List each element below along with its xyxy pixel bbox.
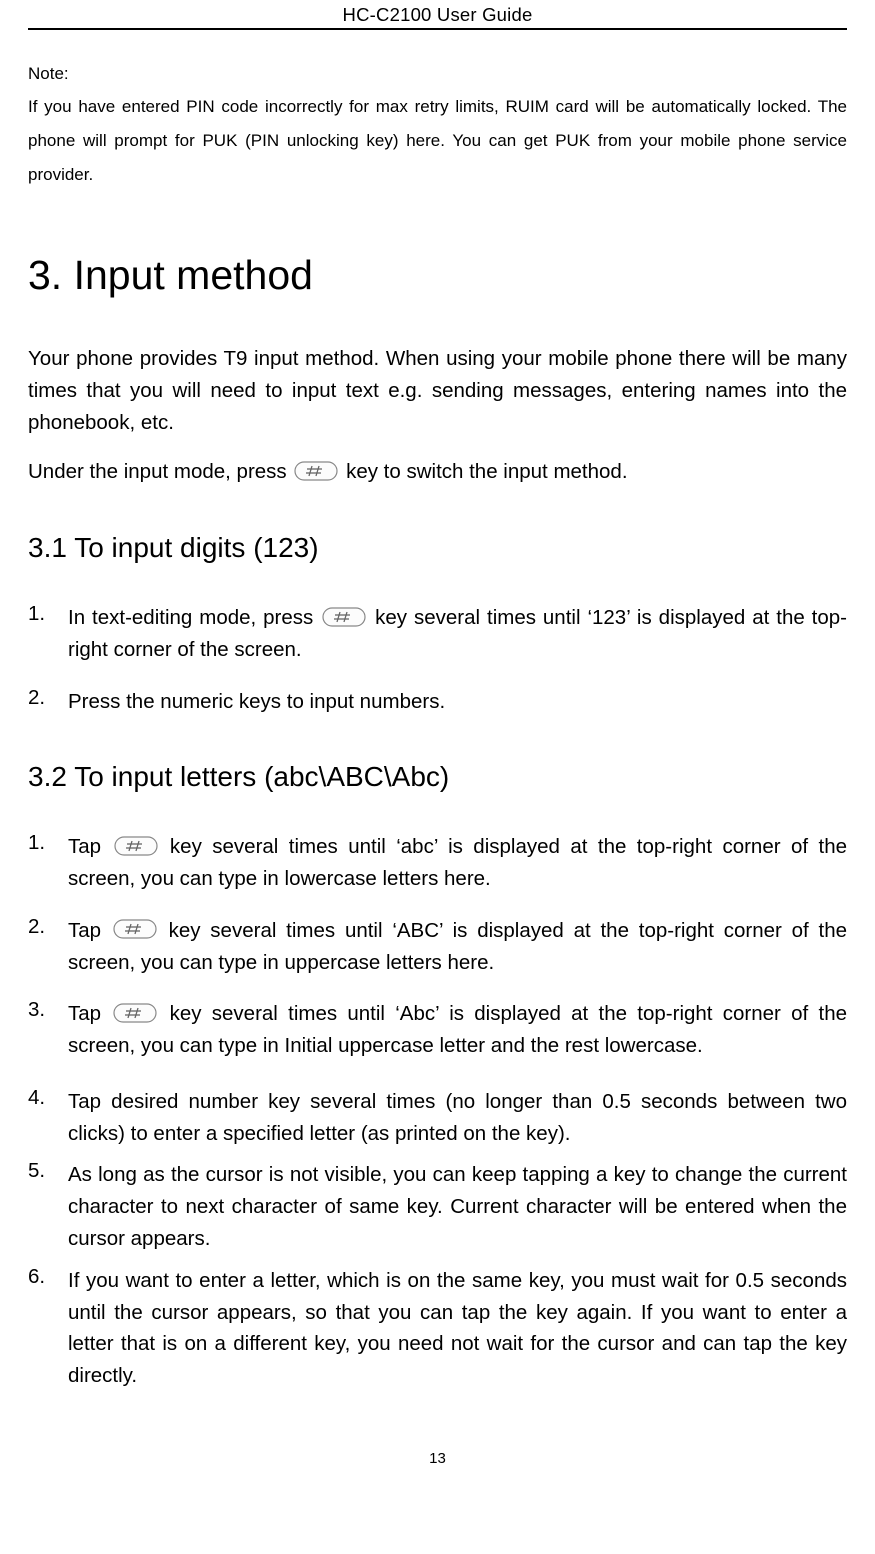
section-3-1-heading: 3.1 To input digits (123) xyxy=(28,532,847,564)
page: HC-C2100 User Guide Note: If you have en… xyxy=(0,0,875,1481)
under-mode-before: Under the input mode, press xyxy=(28,460,292,483)
list-body: Tap key several times until ‘ABC’ is dis… xyxy=(68,915,847,979)
hash-key-icon xyxy=(322,605,366,629)
list-item: 1. In text-editing mode, press key sever… xyxy=(28,602,847,666)
document-header-title: HC-C2100 User Guide xyxy=(28,0,847,30)
list-number: 1. xyxy=(28,831,68,895)
list-item: 4. Tap desired number key several times … xyxy=(28,1086,847,1150)
hash-key-icon xyxy=(113,1001,157,1025)
list-body: Tap desired number key several times (no… xyxy=(68,1086,847,1150)
list-number: 6. xyxy=(28,1265,68,1392)
hash-key-icon xyxy=(294,459,338,483)
text-after: key several times until ‘ABC’ is display… xyxy=(68,919,847,974)
section-3-2-list: 1. Tap key several times until ‘abc’ is … xyxy=(28,831,847,1391)
hash-key-icon xyxy=(113,917,157,941)
list-number: 2. xyxy=(28,686,68,718)
list-number: 5. xyxy=(28,1159,68,1254)
list-item: 2. Tap key several times until ‘ABC’ is … xyxy=(28,915,847,979)
page-number: 13 xyxy=(28,1402,847,1481)
list-item: 3. Tap key several times until ‘Abc’ is … xyxy=(28,998,847,1062)
hash-key-icon xyxy=(114,834,158,858)
list-item: 2. Press the numeric keys to input numbe… xyxy=(28,686,847,718)
list-body: If you want to enter a letter, which is … xyxy=(68,1265,847,1392)
text-after: key several times until ‘abc’ is display… xyxy=(68,835,847,890)
list-body: Tap key several times until ‘abc’ is dis… xyxy=(68,831,847,895)
list-number: 4. xyxy=(28,1086,68,1150)
list-item: 6. If you want to enter a letter, which … xyxy=(28,1265,847,1392)
note-body: If you have entered PIN code incorrectly… xyxy=(28,90,847,192)
list-body: In text-editing mode, press key several … xyxy=(68,602,847,666)
list-body: Tap key several times until ‘Abc’ is dis… xyxy=(68,998,847,1062)
list-body: Press the numeric keys to input numbers. xyxy=(68,686,847,718)
under-mode-line: Under the input mode, press key to switc… xyxy=(28,456,847,488)
section-3-heading: 3. Input method xyxy=(28,252,847,299)
text-before: Tap xyxy=(68,919,111,942)
list-number: 1. xyxy=(28,602,68,666)
under-mode-after: key to switch the input method. xyxy=(340,460,627,483)
list-number: 3. xyxy=(28,998,68,1062)
section-3-2-heading: 3.2 To input letters (abc\ABC\Abc) xyxy=(28,761,847,793)
list-number: 2. xyxy=(28,915,68,979)
list-body: As long as the cursor is not visible, yo… xyxy=(68,1159,847,1254)
text-before: In text-editing mode, press xyxy=(68,606,320,629)
text-before: Tap xyxy=(68,1002,111,1025)
section-3-1-list: 1. In text-editing mode, press key sever… xyxy=(28,602,847,717)
section-3-intro: Your phone provides T9 input method. Whe… xyxy=(28,343,847,438)
list-item: 1. Tap key several times until ‘abc’ is … xyxy=(28,831,847,895)
note-label: Note: xyxy=(28,64,847,84)
text-after: key several times until ‘Abc’ is display… xyxy=(68,1002,847,1057)
list-item: 5. As long as the cursor is not visible,… xyxy=(28,1159,847,1254)
text-before: Tap xyxy=(68,835,112,858)
